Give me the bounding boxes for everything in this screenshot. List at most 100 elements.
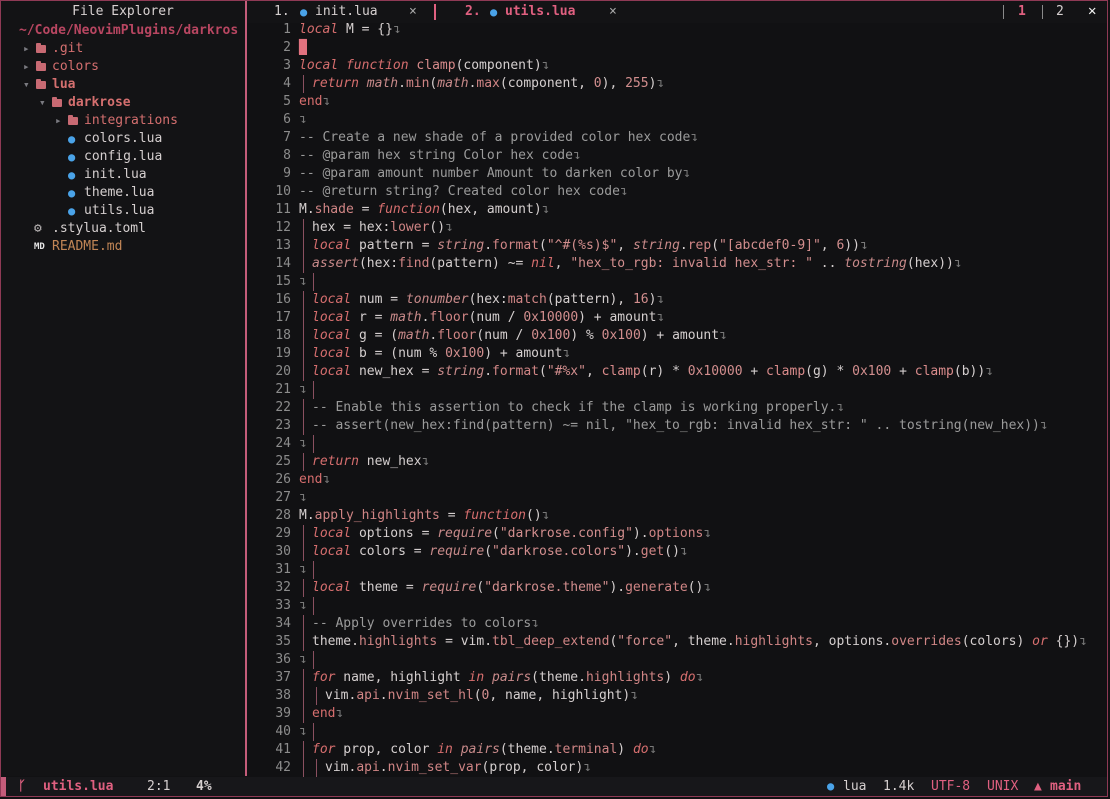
- close-icon[interactable]: ×: [409, 1, 417, 23]
- code-line[interactable]: 28 M.apply_highlights = function()↴: [247, 507, 1107, 525]
- chevron-right-icon[interactable]: ▸: [23, 58, 30, 76]
- chevron-down-icon[interactable]: ▾: [39, 94, 46, 112]
- code-line[interactable]: 15 ↴: [247, 273, 1107, 291]
- tree-item[interactable]: ● utils.lua: [1, 202, 245, 220]
- code-line[interactable]: 22 -- Enable this assertion to check if t…: [247, 399, 1107, 417]
- code-text: vim.api.nvim_set_var(prop, color)↴: [299, 759, 591, 777]
- code-line[interactable]: 25 return new_hex↴: [247, 453, 1107, 471]
- code-line[interactable]: 31 ↴: [247, 561, 1107, 579]
- code-text: ↴: [299, 381, 322, 399]
- code-line[interactable]: 34 -- Apply overrides to colors↴: [247, 615, 1107, 633]
- code-line[interactable]: 18 local g = (math.floor(num / 0x100) % 0…: [247, 327, 1107, 345]
- tree-item[interactable]: ● init.lua: [1, 166, 245, 184]
- line-number: 3: [283, 58, 291, 73]
- code-text: -- Create a new shade of a provided colo…: [299, 130, 699, 145]
- close-icon[interactable]: ×: [609, 1, 617, 23]
- chevron-right-icon[interactable]: ▸: [23, 40, 30, 58]
- code-line[interactable]: 35 theme.highlights = vim.tbl_deep_extend…: [247, 633, 1107, 651]
- tab-number: 1.: [274, 4, 290, 19]
- line-number: 27: [275, 490, 291, 505]
- tree-item[interactable]: ▸ .git: [1, 40, 245, 58]
- close-all-icon[interactable]: ✕: [1088, 3, 1096, 19]
- line-number: 19: [275, 346, 291, 361]
- tree-root[interactable]: ~/Code/NeovimPlugins/darkros: [1, 22, 245, 40]
- code-line[interactable]: 40 ↴: [247, 723, 1107, 741]
- line-number: 33: [275, 598, 291, 613]
- tabline: 1. ● init.lua × 2. ● utils.lua × 1 2: [247, 1, 1107, 23]
- line-number: 34: [275, 616, 291, 631]
- code-text: local M = {}↴: [299, 22, 401, 37]
- code-line[interactable]: 38 vim.api.nvim_set_hl(0, name, highlight…: [247, 687, 1107, 705]
- code-line[interactable]: 14 assert(hex:find(pattern) ~= nil, "hex_…: [247, 255, 1107, 273]
- line-number: 11: [275, 202, 291, 217]
- code-line[interactable]: 9 -- @param amount number Amount to darke…: [247, 165, 1107, 183]
- code-text: local num = tonumber(hex:match(pattern),…: [299, 291, 664, 309]
- file-encoding: UTF-8: [931, 779, 971, 794]
- code-line[interactable]: 2 █: [247, 39, 1107, 57]
- tree-item[interactable]: ⚙ .stylua.toml: [1, 220, 245, 238]
- code-line[interactable]: 7 -- Create a new shade of a provided col…: [247, 129, 1107, 147]
- code-line[interactable]: 33 ↴: [247, 597, 1107, 615]
- code-line[interactable]: 23 -- assert(new_hex:find(pattern) ~= nil…: [247, 417, 1107, 435]
- tab-count-separator: [1042, 5, 1043, 19]
- tree-item[interactable]: ▸ colors: [1, 58, 245, 76]
- code-line[interactable]: 13 local pattern = string.format("^#(%s)$…: [247, 237, 1107, 255]
- tree-item[interactable]: ● theme.lua: [1, 184, 245, 202]
- code-line[interactable]: 30 local colors = require("darkrose.color…: [247, 543, 1107, 561]
- code-line[interactable]: 3 local function clamp(component)↴: [247, 57, 1107, 75]
- code-line[interactable]: 1 local M = {}↴: [247, 21, 1107, 39]
- tree-item[interactable]: MD README.md: [1, 238, 245, 256]
- code-line[interactable]: 21 ↴: [247, 381, 1107, 399]
- code-line[interactable]: 16 local num = tonumber(hex:match(pattern…: [247, 291, 1107, 309]
- tree-item-label: .git: [52, 41, 84, 56]
- tree-item[interactable]: ● config.lua: [1, 148, 245, 166]
- file-tree: ~/Code/NeovimPlugins/darkros ▸ .git ▸ color…: [1, 22, 245, 256]
- code-line[interactable]: 19 local b = (num % 0x100) + amount↴: [247, 345, 1107, 363]
- tree-item-label: theme.lua: [84, 185, 155, 200]
- tree-item[interactable]: ▾ lua: [1, 76, 245, 94]
- folder-icon: [36, 43, 46, 53]
- code-line[interactable]: 29 local options = require("darkrose.conf…: [247, 525, 1107, 543]
- code-line[interactable]: 32 local theme = require("darkrose.theme"…: [247, 579, 1107, 597]
- line-number: 37: [275, 670, 291, 685]
- mode-indicator: [1, 777, 6, 796]
- tab-count-2[interactable]: 2: [1056, 1, 1064, 23]
- chevron-right-icon[interactable]: ▸: [55, 112, 62, 130]
- tab-number: 2.: [465, 4, 481, 19]
- tab-count-1[interactable]: 1: [1018, 1, 1026, 23]
- line-number: 30: [275, 544, 291, 559]
- code-line[interactable]: 24 ↴: [247, 435, 1107, 453]
- code-text: vim.api.nvim_set_hl(0, name, highlight)↴: [299, 687, 638, 705]
- code-line[interactable]: 36 ↴: [247, 651, 1107, 669]
- tree-item[interactable]: ● colors.lua: [1, 130, 245, 148]
- line-number: 23: [275, 418, 291, 433]
- code-line[interactable]: 42 vim.api.nvim_set_var(prop, color)↴: [247, 759, 1107, 777]
- code-editor[interactable]: 1 local M = {}↴ 2 █ 3 local function clamp(co…: [247, 21, 1107, 777]
- code-line[interactable]: 27 ↴: [247, 489, 1107, 507]
- code-line[interactable]: 5 end↴: [247, 93, 1107, 111]
- tree-item[interactable]: ▸ integrations: [1, 112, 245, 130]
- code-text: █: [299, 39, 307, 57]
- code-line[interactable]: 4 return math.min(math.max(component, 0),…: [247, 75, 1107, 93]
- code-line[interactable]: 20 local new_hex = string.format("#%x", c…: [247, 363, 1107, 381]
- scroll-percent: 4%: [196, 779, 212, 794]
- code-line[interactable]: 37 for name, highlight in pairs(theme.hig…: [247, 669, 1107, 687]
- code-line[interactable]: 12 hex = hex:lower()↴: [247, 219, 1107, 237]
- tree-item[interactable]: ▾ darkrose: [1, 94, 245, 112]
- code-line[interactable]: 10 -- @return string? Created color hex c…: [247, 183, 1107, 201]
- code-line[interactable]: 8 -- @param hex string Color hex code↴: [247, 147, 1107, 165]
- code-line[interactable]: 6 ↴: [247, 111, 1107, 129]
- code-line[interactable]: 41 for prop, color in pairs(theme.termina…: [247, 741, 1107, 759]
- code-line[interactable]: 11 M.shade = function(hex, amount)↴: [247, 201, 1107, 219]
- markdown-icon: MD: [34, 242, 45, 252]
- code-line[interactable]: 17 local r = math.floor(num / 0x10000) + …: [247, 309, 1107, 327]
- chevron-down-icon[interactable]: ▾: [23, 76, 30, 94]
- file-size: 1.4k: [883, 779, 915, 794]
- code-line[interactable]: 26 end↴: [247, 471, 1107, 489]
- tab-label: init.lua: [315, 4, 378, 19]
- code-text: ↴: [299, 490, 307, 505]
- line-number: 41: [275, 742, 291, 757]
- line-number: 21: [275, 382, 291, 397]
- code-line[interactable]: 39 end↴: [247, 705, 1107, 723]
- file-explorer-title: File Explorer: [72, 4, 174, 19]
